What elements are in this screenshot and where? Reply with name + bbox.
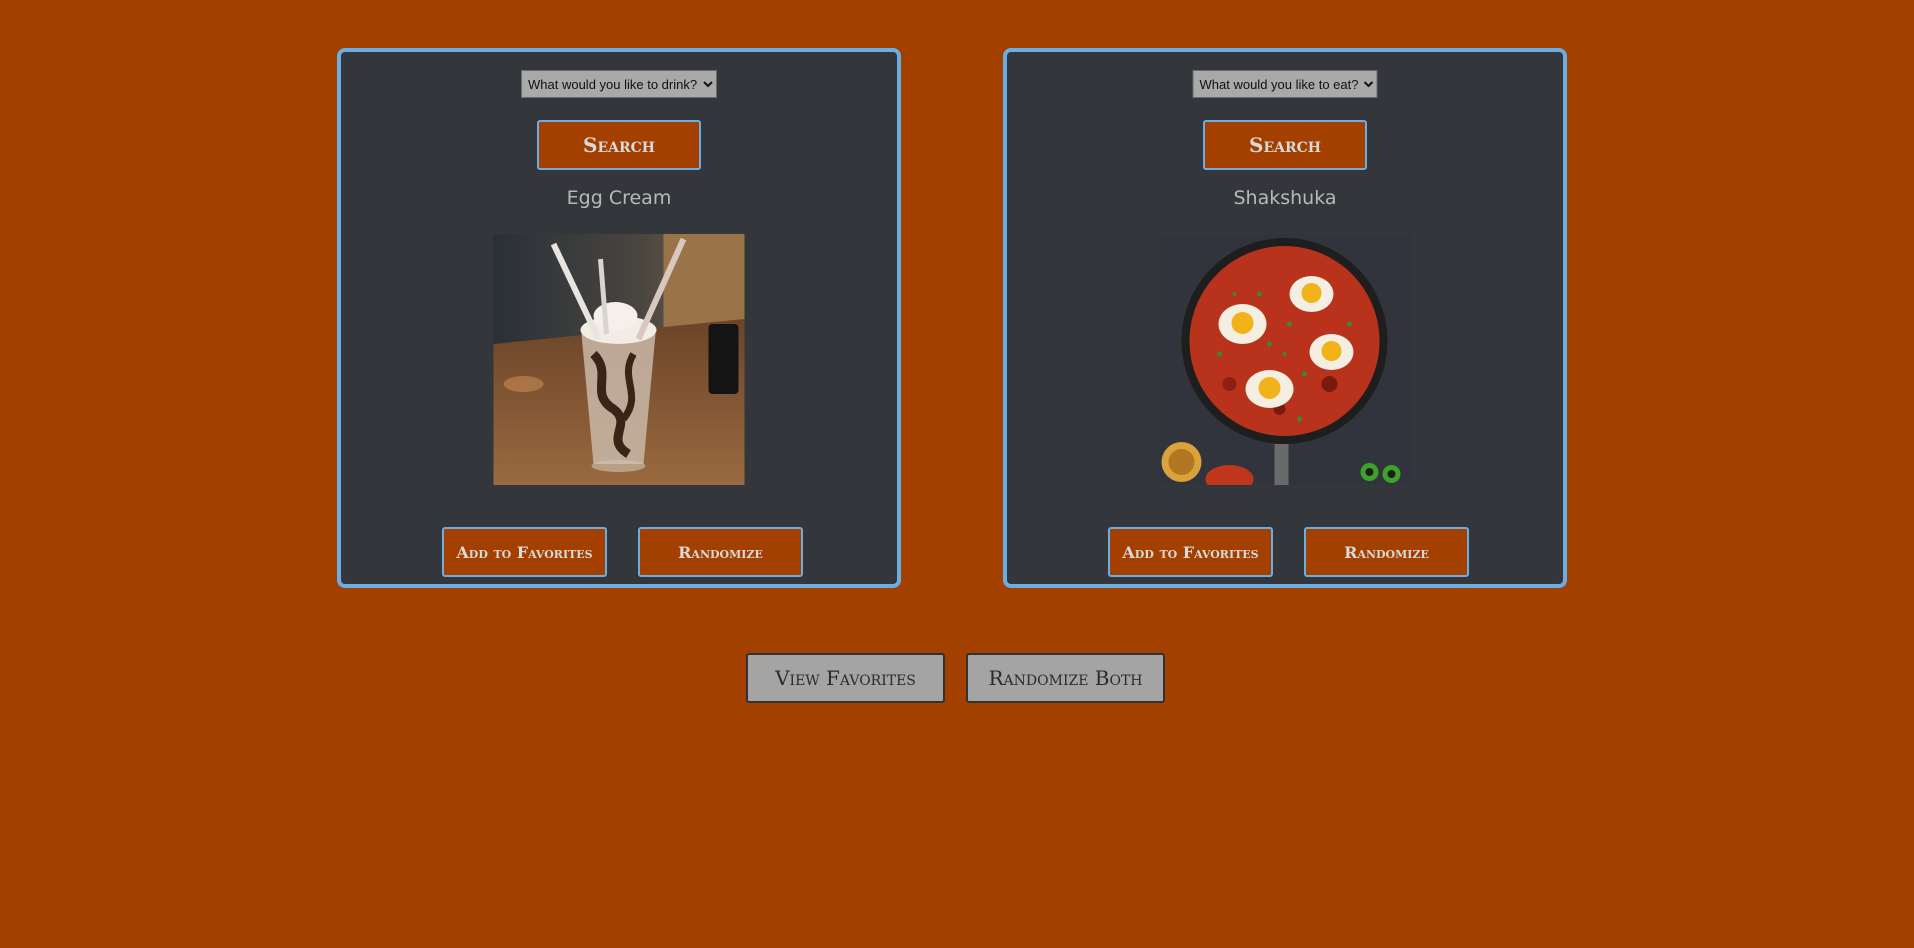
drink-select[interactable]: What would you like to drink? bbox=[521, 70, 717, 98]
food-select[interactable]: What would you like to eat? bbox=[1192, 70, 1378, 98]
drink-recipe-image bbox=[493, 234, 745, 485]
drink-recipe-name: Egg Cream bbox=[566, 187, 672, 209]
view-favorites-button[interactable]: View Favorites bbox=[746, 653, 945, 703]
drink-add-to-favorites-button[interactable]: Add to Favorites bbox=[442, 527, 607, 577]
drink-randomize-button[interactable]: Randomize bbox=[638, 527, 803, 577]
shakshuka-photo bbox=[1159, 234, 1411, 485]
food-search-button[interactable]: Search bbox=[1203, 120, 1367, 170]
drink-search-button[interactable]: Search bbox=[537, 120, 701, 170]
drink-card: What would you like to drink? Search Egg… bbox=[337, 48, 901, 588]
food-recipe-image bbox=[1159, 234, 1411, 485]
randomize-both-button[interactable]: Randomize Both bbox=[966, 653, 1165, 703]
egg-cream-photo bbox=[493, 234, 745, 485]
food-randomize-button[interactable]: Randomize bbox=[1304, 527, 1469, 577]
food-card: What would you like to eat? Search Shaks… bbox=[1003, 48, 1567, 588]
food-add-to-favorites-button[interactable]: Add to Favorites bbox=[1108, 527, 1273, 577]
food-recipe-name: Shakshuka bbox=[1233, 187, 1337, 209]
